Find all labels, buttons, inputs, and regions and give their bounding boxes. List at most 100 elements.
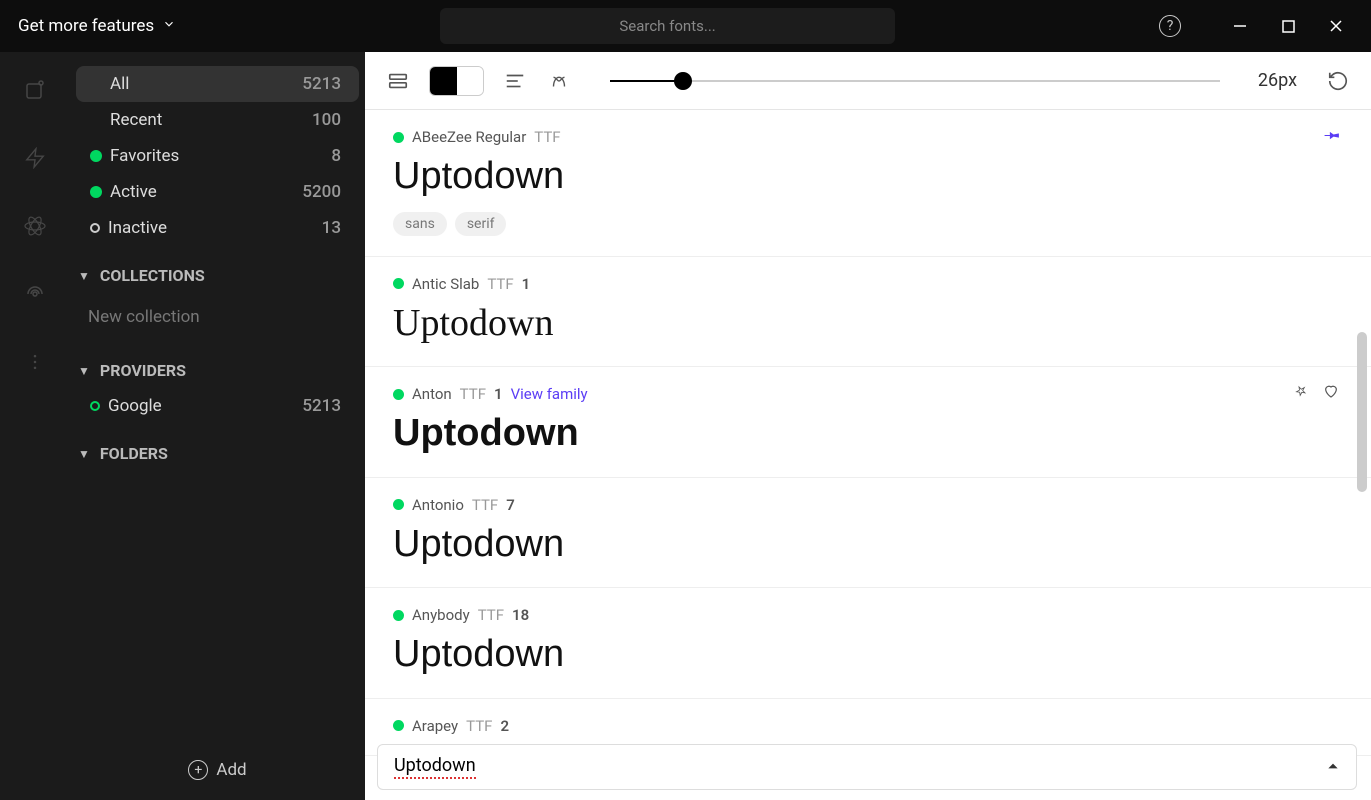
font-header: ABeeZee RegularTTF bbox=[393, 128, 1343, 146]
maximize-button[interactable] bbox=[1279, 17, 1297, 35]
font-preview[interactable]: Uptodown bbox=[393, 632, 1343, 678]
status-dot-icon bbox=[90, 186, 102, 198]
font-name: Antic Slab bbox=[412, 275, 479, 293]
nav: All 5213 Recent 100 Favorites 8 Active 5… bbox=[70, 52, 365, 800]
pin-icon[interactable] bbox=[1323, 126, 1341, 144]
nav-count: 5213 bbox=[302, 74, 341, 94]
font-count: 1 bbox=[522, 275, 531, 293]
nav-count: 5213 bbox=[302, 396, 341, 416]
status-dot-icon bbox=[90, 401, 100, 411]
nav-all[interactable]: All 5213 bbox=[76, 66, 359, 102]
rail bbox=[0, 52, 70, 800]
font-type: TTF bbox=[478, 606, 504, 624]
ligature-icon[interactable] bbox=[546, 68, 572, 94]
close-button[interactable] bbox=[1327, 17, 1345, 35]
font-card[interactable]: Anton TTF 1 View family Uptodown bbox=[365, 367, 1371, 478]
font-type: TTF bbox=[472, 496, 498, 514]
preview-text-bar[interactable]: Uptodown bbox=[377, 744, 1357, 790]
font-preview[interactable]: Uptodown bbox=[393, 411, 1343, 457]
new-collection-button[interactable]: New collection bbox=[70, 293, 365, 341]
atom-icon[interactable] bbox=[21, 212, 49, 240]
view-family-link[interactable]: View family bbox=[511, 385, 588, 403]
font-header: ArapeyTTF2 bbox=[393, 717, 1343, 735]
pin-icon[interactable] bbox=[1293, 383, 1311, 401]
nav-count: 13 bbox=[322, 218, 341, 238]
lightning-icon[interactable] bbox=[21, 144, 49, 172]
font-header: Antic SlabTTF1 bbox=[393, 275, 1343, 293]
nav-label: Favorites bbox=[110, 146, 331, 166]
font-name: Antonio bbox=[412, 496, 464, 514]
nav-favorites[interactable]: Favorites 8 bbox=[76, 138, 359, 174]
chevron-down-icon bbox=[162, 16, 176, 36]
nav-label: All bbox=[110, 74, 302, 94]
font-card[interactable]: Anybody TTF 18 Uptodown bbox=[365, 588, 1371, 699]
broadcast-icon[interactable] bbox=[21, 280, 49, 308]
get-more-features-button[interactable]: Get more features bbox=[0, 16, 176, 36]
font-count: 2 bbox=[500, 717, 509, 735]
font-preview[interactable]: Uptodown bbox=[393, 301, 1343, 347]
font-header: Anton TTF 1 View family bbox=[393, 385, 1343, 403]
triangle-down-icon: ▼ bbox=[78, 364, 90, 378]
status-dot-icon bbox=[393, 499, 404, 510]
font-preview[interactable]: Uptodown bbox=[393, 154, 1343, 200]
font-name: Anybody bbox=[412, 606, 470, 624]
align-icon[interactable] bbox=[502, 68, 528, 94]
collections-header[interactable]: ▼ COLLECTIONS bbox=[70, 246, 365, 293]
nav-recent[interactable]: Recent 100 bbox=[76, 102, 359, 138]
add-button[interactable]: + Add bbox=[70, 740, 365, 800]
workspace-icon[interactable] bbox=[21, 76, 49, 104]
font-header: AntonioTTF7 bbox=[393, 496, 1343, 514]
font-type: TTF bbox=[466, 717, 492, 735]
scrollbar-thumb[interactable] bbox=[1357, 332, 1367, 492]
font-tag[interactable]: serif bbox=[455, 212, 507, 236]
nav-active[interactable]: Active 5200 bbox=[76, 174, 359, 210]
font-card[interactable]: ABeeZee RegularTTF Uptodown sans serif bbox=[365, 110, 1371, 257]
sidebar: All 5213 Recent 100 Favorites 8 Active 5… bbox=[0, 52, 365, 800]
font-list[interactable]: ABeeZee RegularTTF Uptodown sans serif Antic… bbox=[365, 110, 1371, 800]
search-placeholder: Search fonts... bbox=[619, 17, 715, 35]
layout-icon[interactable] bbox=[385, 68, 411, 94]
font-name: Anton bbox=[412, 385, 452, 403]
provider-google[interactable]: Google 5213 bbox=[76, 388, 359, 424]
font-tag[interactable]: sans bbox=[393, 212, 447, 236]
folders-header[interactable]: ▼ FOLDERS bbox=[70, 424, 365, 471]
font-count: 1 bbox=[494, 385, 503, 403]
content: 26px ABeeZee RegularTTFUptodownsansserif… bbox=[365, 52, 1371, 800]
font-header: Anybody TTF 18 bbox=[393, 606, 1343, 624]
font-type: TTF bbox=[460, 385, 486, 403]
more-icon[interactable] bbox=[21, 348, 49, 376]
search-input[interactable]: Search fonts... bbox=[440, 8, 895, 44]
reset-icon[interactable] bbox=[1325, 68, 1351, 94]
minimize-button[interactable] bbox=[1231, 17, 1249, 35]
plus-icon: + bbox=[188, 760, 208, 780]
nav-inactive[interactable]: Inactive 13 bbox=[76, 210, 359, 246]
nav-count: 100 bbox=[312, 110, 341, 130]
collapse-up-icon[interactable] bbox=[1326, 758, 1340, 777]
section-label: COLLECTIONS bbox=[100, 266, 205, 285]
status-dot-icon bbox=[90, 150, 102, 162]
color-mode-toggle[interactable] bbox=[429, 66, 484, 96]
font-count: 18 bbox=[512, 606, 529, 624]
nav-count: 8 bbox=[331, 146, 341, 166]
titlebar-right: ? bbox=[1159, 15, 1371, 37]
triangle-down-icon: ▼ bbox=[78, 269, 90, 283]
status-dot-icon bbox=[393, 389, 404, 400]
providers-header[interactable]: ▼ PROVIDERS bbox=[70, 341, 365, 388]
add-label: Add bbox=[216, 760, 246, 780]
font-card[interactable]: Antic SlabTTF1 Uptodown bbox=[365, 257, 1371, 368]
status-dot-icon bbox=[90, 223, 100, 233]
nav-label: Inactive bbox=[108, 218, 322, 238]
nav-label: Google bbox=[108, 396, 302, 416]
search-wrap: Search fonts... bbox=[176, 8, 1159, 44]
nav-label: Active bbox=[110, 182, 302, 202]
slider-fill bbox=[610, 80, 683, 82]
font-type: TTF bbox=[534, 128, 560, 146]
status-dot-icon bbox=[393, 278, 404, 289]
heart-icon[interactable] bbox=[1323, 383, 1341, 401]
help-icon[interactable]: ? bbox=[1159, 15, 1181, 37]
font-preview[interactable]: Uptodown bbox=[393, 522, 1343, 568]
font-card[interactable]: AntonioTTF7Uptodown bbox=[365, 478, 1371, 589]
size-slider[interactable] bbox=[610, 80, 1220, 82]
preview-text-input[interactable]: Uptodown bbox=[394, 755, 476, 779]
slider-thumb[interactable] bbox=[674, 72, 692, 90]
